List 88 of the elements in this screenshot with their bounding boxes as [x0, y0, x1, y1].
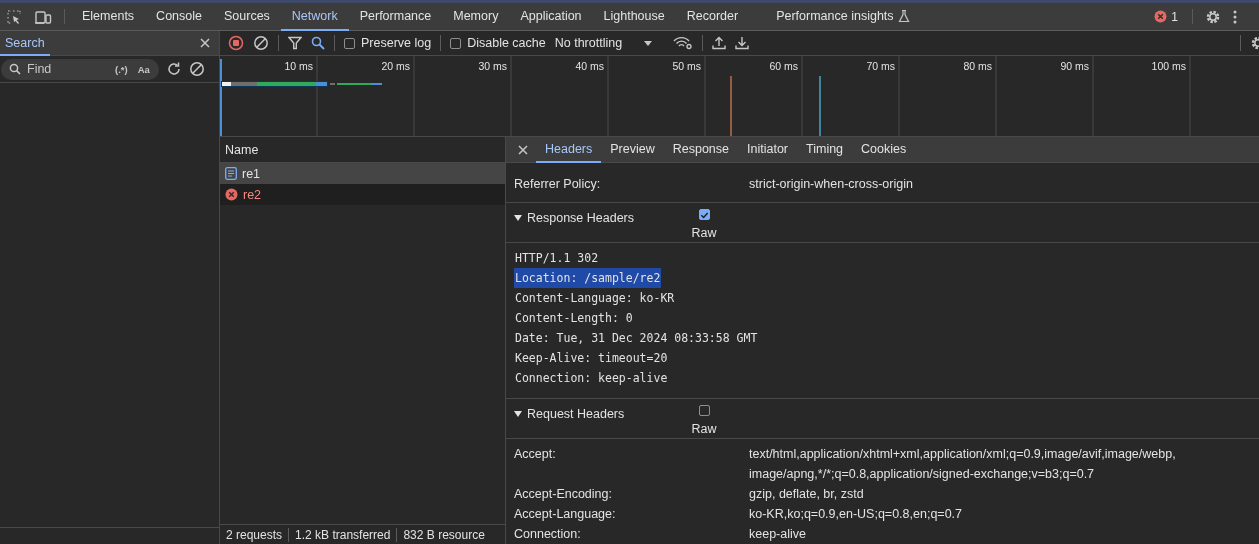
- tick-label: 30 ms: [478, 60, 507, 72]
- upload-icon[interactable]: [712, 36, 727, 50]
- caret-icon: [644, 40, 653, 46]
- raw-checkbox[interactable]: [698, 405, 710, 416]
- tick-label: 40 ms: [575, 60, 604, 72]
- checkbox[interactable]: [450, 37, 462, 49]
- tick-label: 10 ms: [284, 60, 313, 72]
- document-icon: [225, 167, 237, 180]
- header-name: Accept-Language:: [514, 506, 617, 523]
- find-field[interactable]: Find (.*) Aa: [1, 58, 159, 80]
- raw-checkbox[interactable]: [698, 209, 710, 220]
- header-name: Connection:: [514, 526, 582, 543]
- raw-header-line: Content-Length: 0: [514, 310, 634, 327]
- status-text: 1.2 kB transferred: [294, 527, 392, 542]
- settings-icon[interactable]: [1205, 8, 1221, 25]
- panel-tab[interactable]: Memory: [442, 3, 510, 31]
- raw-header-line: Content-Language: ko-KR: [514, 290, 676, 307]
- tick-label: 50 ms: [672, 60, 701, 72]
- expanded-triangle-icon: [514, 214, 522, 222]
- refresh-icon[interactable]: [166, 61, 182, 77]
- search-icon: [9, 63, 21, 75]
- panel-tab[interactable]: Elements: [71, 3, 146, 31]
- flask-icon: [897, 9, 910, 23]
- error-counter[interactable]: 1: [1146, 3, 1186, 30]
- filter-icon[interactable]: [288, 36, 302, 50]
- panel-tab[interactable]: Sources: [213, 3, 281, 31]
- panel-tab[interactable]: Lighthouse: [592, 3, 676, 31]
- match-case-toggle[interactable]: Aa: [135, 63, 152, 75]
- tick-label: 60 ms: [769, 60, 798, 72]
- panel-tab[interactable]: Application: [509, 3, 593, 31]
- clear-icon[interactable]: [189, 61, 205, 77]
- network-conditions-icon[interactable]: [673, 36, 694, 50]
- tick-label: 70 ms: [866, 60, 895, 72]
- regex-toggle[interactable]: (.*): [113, 63, 130, 75]
- tick-label: 80 ms: [963, 60, 992, 72]
- section-header[interactable]: Request Headers: [514, 405, 679, 421]
- more-options-icon[interactable]: [1233, 9, 1237, 24]
- tick-label: 100 ms: [1151, 60, 1186, 72]
- raw-header-line: Connection: keep-alive: [514, 370, 669, 387]
- status-text: 832 B resource: [402, 527, 486, 542]
- error-icon: [1154, 10, 1168, 23]
- details-tab[interactable]: Cookies: [852, 137, 916, 163]
- dom-content-loaded-line: [819, 75, 821, 136]
- raw-header-line: Keep-Alive: timeout=20: [514, 350, 669, 367]
- checkbox-label[interactable]: Preserve log: [361, 36, 432, 50]
- details-tab[interactable]: Headers: [536, 137, 602, 163]
- load-event-line: [730, 75, 732, 136]
- panel-tab[interactable]: Performance insights: [765, 3, 921, 31]
- device-icon[interactable]: [34, 8, 52, 25]
- details-tab[interactable]: Response: [663, 137, 738, 163]
- request-name[interactable]: re1: [242, 166, 261, 181]
- inspect-icon[interactable]: [6, 8, 22, 25]
- header-value: ko-KR,ko;q=0.9,en-US;q=0.8,en;q=0.7: [749, 506, 963, 523]
- header-name: Accept:: [514, 446, 557, 463]
- header-name: Referrer Policy:: [514, 176, 602, 193]
- details-tab[interactable]: Timing: [797, 137, 853, 163]
- request-row[interactable]: re1: [220, 163, 505, 184]
- search-icon[interactable]: [311, 36, 325, 50]
- checkbox-label[interactable]: Raw: [691, 422, 717, 436]
- details-tab[interactable]: Preview: [601, 137, 664, 163]
- status-text: 2 requests: [225, 527, 284, 542]
- checkbox-label[interactable]: Raw: [691, 226, 717, 240]
- tick-label: 90 ms: [1060, 60, 1089, 72]
- request-row[interactable]: re2: [220, 184, 505, 205]
- raw-header-line: HTTP/1.1 302: [514, 250, 600, 267]
- tick-label: 20 ms: [381, 60, 410, 72]
- panel-tab[interactable]: Recorder: [675, 3, 750, 31]
- header-value: gzip, deflate, br, zstd: [749, 486, 865, 503]
- section-header[interactable]: Response Headers: [514, 209, 679, 225]
- checkbox[interactable]: [344, 37, 355, 49]
- stop-recording-icon[interactable]: [228, 35, 244, 51]
- header-value: strict-origin-when-cross-origin: [749, 176, 914, 193]
- close-icon[interactable]: [200, 38, 210, 48]
- header-name: Accept-Encoding:: [514, 486, 613, 503]
- settings-icon[interactable]: [1250, 35, 1259, 51]
- throttling-dropdown[interactable]: No throttling: [554, 36, 665, 50]
- clear-icon[interactable]: [253, 35, 269, 51]
- download-icon[interactable]: [735, 36, 750, 50]
- raw-header-line: Date: Tue, 31 Dec 2024 08:33:58 GMT: [514, 330, 759, 347]
- expanded-triangle-icon: [514, 410, 522, 418]
- request-name[interactable]: re2: [243, 187, 262, 202]
- close-icon[interactable]: [518, 144, 528, 155]
- panel-tab[interactable]: Console: [145, 3, 213, 31]
- panel-tab[interactable]: Performance: [348, 3, 443, 31]
- header-value: keep-alive: [749, 526, 807, 543]
- error-icon: [225, 188, 238, 201]
- details-tab[interactable]: Initiator: [738, 137, 797, 163]
- checkbox-label[interactable]: Disable cache: [467, 36, 546, 50]
